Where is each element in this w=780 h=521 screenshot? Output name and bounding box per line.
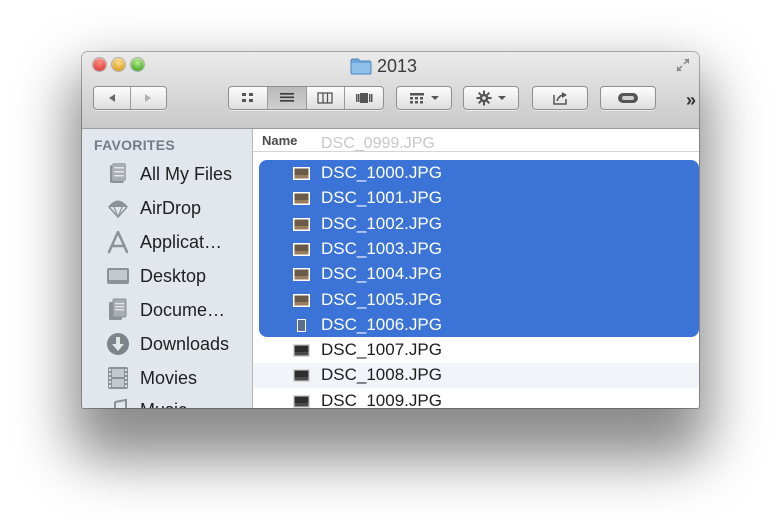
- applications-icon: [107, 230, 129, 254]
- sidebar-item-desktop[interactable]: Desktop: [106, 261, 206, 291]
- action-button[interactable]: [463, 86, 519, 110]
- file-row[interactable]: DSC_1000.JPG: [253, 161, 699, 186]
- file-list: Name DSC_0999.JPG DSC_1000.JPG DSC_1001.J…: [253, 129, 699, 408]
- image-file-icon: [293, 167, 310, 180]
- sidebar-item-music[interactable]: Music: [106, 395, 187, 408]
- file-name: DSC_1007.JPG: [321, 340, 442, 360]
- file-row[interactable]: DSC_1003.JPG: [253, 237, 699, 262]
- music-icon: [114, 398, 127, 408]
- coverflow-view-button[interactable]: [344, 87, 383, 109]
- file-row[interactable]: DSC_1006.JPG: [253, 313, 699, 338]
- image-file-icon: [293, 344, 310, 358]
- file-name: DSC_1008.JPG: [321, 365, 442, 385]
- column-view-icon: [317, 92, 334, 104]
- gear-icon: [476, 90, 491, 106]
- arrange-button[interactable]: [396, 86, 452, 110]
- sidebar-item-downloads[interactable]: Downloads: [106, 329, 229, 359]
- sidebar-item-documents[interactable]: Docume…: [106, 295, 225, 325]
- image-file-icon: [293, 369, 310, 383]
- sidebar-section-favorites: FAVORITES: [94, 137, 176, 153]
- column-header-label: Name: [262, 133, 298, 148]
- sidebar-item-label: Docume…: [140, 299, 226, 320]
- image-file-icon: [293, 192, 310, 206]
- image-file-icon: [293, 293, 310, 307]
- sidebar: FAVORITES All My Files AirDrop Applicat…: [82, 129, 253, 408]
- list-view-icon: [279, 93, 294, 102]
- close-button[interactable]: [93, 58, 106, 71]
- forward-button[interactable]: [129, 87, 167, 109]
- chevron-down-icon: [430, 96, 439, 100]
- sidebar-item-label: All My Files: [140, 163, 233, 184]
- desktop-icon: [107, 268, 129, 284]
- file-name: DSC_1001.JPG: [321, 188, 442, 208]
- sidebar-item-airdrop[interactable]: AirDrop: [106, 193, 201, 223]
- sidebar-item-label: Music: [140, 400, 187, 409]
- airdrop-icon: [108, 200, 128, 219]
- sidebar-item-label: Downloads: [140, 333, 230, 354]
- window-title-text: 2013: [377, 55, 418, 76]
- finder-window: 2013 » FAVORITES All My Files AirDrop Ap…: [82, 52, 699, 408]
- window-title: 2013: [350, 55, 417, 77]
- back-arrow-icon: [108, 94, 115, 102]
- image-file-icon: [293, 242, 310, 256]
- file-name: DSC_1003.JPG: [321, 238, 442, 258]
- movies-icon: [108, 367, 128, 389]
- view-mode-control: [228, 86, 384, 110]
- downloads-icon: [107, 333, 129, 355]
- minimize-button[interactable]: [112, 58, 125, 71]
- tags-button[interactable]: [600, 86, 656, 110]
- file-row[interactable]: DSC_1009.JPG: [253, 389, 699, 408]
- image-file-icon: [293, 217, 310, 231]
- sidebar-item-label: Desktop: [140, 265, 207, 286]
- file-name: DSC_1006.JPG: [321, 314, 442, 334]
- arrange-icon: [409, 93, 424, 104]
- list-view-button[interactable]: [266, 87, 306, 109]
- file-row[interactable]: DSC_1007.JPG: [253, 338, 699, 363]
- sidebar-item-all-my-files[interactable]: All My Files: [106, 159, 232, 189]
- column-header-name[interactable]: Name: [253, 129, 699, 152]
- file-name: DSC_1002.JPG: [321, 213, 442, 233]
- share-button[interactable]: [532, 86, 588, 110]
- toolbar-overflow-button[interactable]: »: [686, 90, 696, 111]
- icon-view-icon: [241, 93, 253, 102]
- coverflow-view-icon: [356, 93, 373, 103]
- file-row[interactable]: DSC_1002.JPG: [253, 212, 699, 237]
- file-row[interactable]: DSC_1008.JPG: [253, 363, 699, 389]
- image-file-icon: [293, 394, 310, 408]
- tag-icon: [618, 93, 638, 103]
- zoom-button[interactable]: [131, 58, 144, 71]
- icon-view-button[interactable]: [229, 87, 267, 109]
- image-file-icon: [293, 268, 310, 282]
- forward-arrow-icon: [145, 94, 152, 102]
- sidebar-item-applications[interactable]: Applicat…: [106, 227, 222, 257]
- file-row[interactable]: DSC_1001.JPG: [253, 186, 699, 211]
- chevron-down-icon: [497, 96, 506, 100]
- back-button[interactable]: [94, 87, 130, 109]
- fullscreen-icon[interactable]: [675, 57, 691, 73]
- sidebar-item-label: Movies: [140, 367, 198, 388]
- folder-icon: [350, 58, 372, 74]
- file-name: DSC_1005.JPG: [321, 289, 442, 309]
- sidebar-item-movies[interactable]: Movies: [106, 363, 197, 393]
- share-icon: [553, 92, 567, 105]
- file-name: DSC_1004.JPG: [321, 264, 442, 284]
- sidebar-item-label: AirDrop: [140, 197, 202, 218]
- file-name: DSC_1009.JPG: [321, 390, 442, 408]
- image-file-icon: [297, 318, 306, 332]
- documents-icon: [109, 298, 127, 320]
- file-row[interactable]: DSC_1005.JPG: [253, 288, 699, 313]
- file-row[interactable]: DSC_1004.JPG: [253, 262, 699, 287]
- back-forward-control: [93, 86, 167, 110]
- toolbar: 2013 »: [82, 52, 699, 129]
- column-view-button[interactable]: [305, 87, 345, 109]
- sidebar-item-label: Applicat…: [140, 231, 223, 252]
- all-files-icon: [110, 163, 126, 183]
- scrolled-row-ghost: DSC_0999.JPG: [321, 135, 435, 152]
- file-name: DSC_1000.JPG: [321, 163, 442, 182]
